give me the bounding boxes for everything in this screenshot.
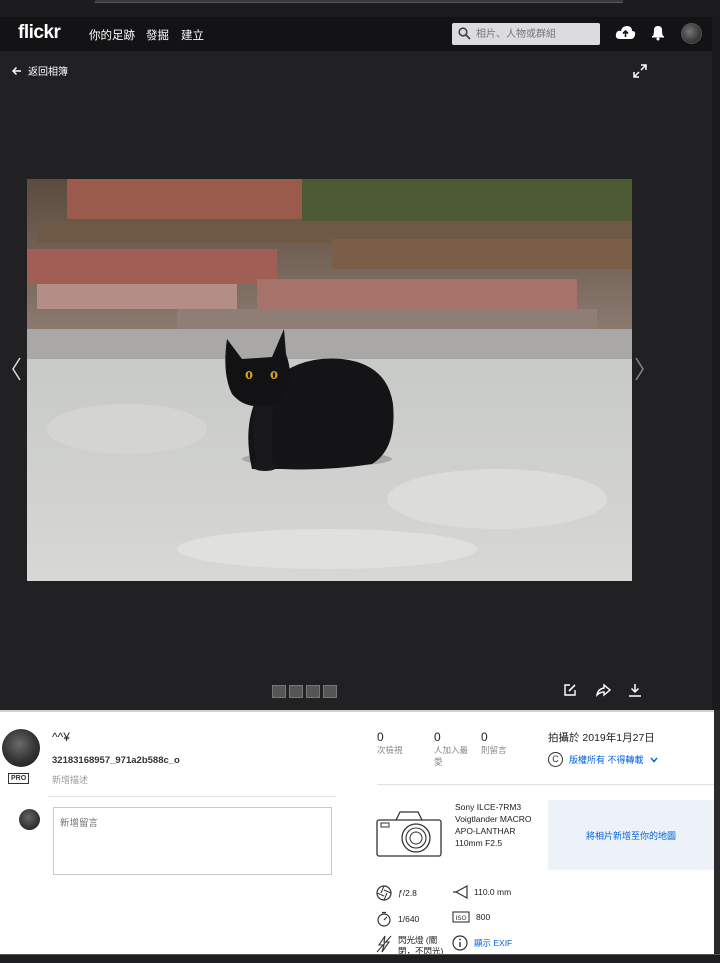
back-to-album-link[interactable]: 返回相簿	[12, 63, 68, 78]
show-exif-row[interactable]: 顯示 EXIF	[452, 935, 512, 951]
search-input[interactable]	[476, 26, 594, 42]
iso-icon: ISO	[452, 911, 470, 923]
photo-title[interactable]: 32183168957_971a2b588c_o	[52, 755, 180, 766]
shutter-value: 1/640	[398, 914, 420, 924]
search-box[interactable]	[452, 23, 600, 45]
thumbnail[interactable]	[272, 685, 286, 698]
nav-you[interactable]: 你的足跡	[89, 27, 135, 43]
date-taken: 拍攝於 2019年1月27日	[548, 732, 655, 744]
add-to-map-panel[interactable]: 將相片新增至你的地圖	[548, 800, 714, 870]
camera-icon	[376, 811, 442, 857]
views-label: 次檢視	[377, 745, 403, 755]
faves-stat: 0 人加入最愛	[434, 730, 476, 768]
browser-top-strip	[0, 0, 720, 17]
views-stat: 0 次檢視	[377, 730, 427, 756]
bottom-strip	[0, 954, 720, 963]
nav-create[interactable]: 建立	[181, 27, 204, 43]
upload-cloud-icon[interactable]	[615, 24, 636, 42]
notifications-bell-icon[interactable]	[651, 24, 665, 41]
copyright-icon: C	[548, 752, 563, 767]
download-icon[interactable]	[628, 683, 642, 697]
thumbnail[interactable]	[289, 685, 303, 698]
search-icon	[458, 27, 471, 40]
main-photo[interactable]	[27, 179, 632, 581]
previous-photo-arrow-icon[interactable]	[10, 356, 22, 382]
flash-icon	[376, 935, 392, 953]
divider	[377, 784, 714, 785]
back-arrow-icon	[12, 66, 21, 75]
camera-model[interactable]: Sony ILCE-7RM3	[455, 801, 535, 813]
license-dropdown[interactable]: C 版權所有 不得轉載	[548, 752, 658, 767]
photo-info-panel: PRO ^^¥ 32183168957_971a2b588c_o 新增描述 0 …	[0, 710, 714, 956]
add-description-link[interactable]: 新增描述	[52, 773, 88, 786]
license-label: 版權所有 不得轉載	[569, 755, 644, 765]
share-icon[interactable]	[595, 683, 611, 697]
camera-details: Sony ILCE-7RM3 Voigtlander MACRO APO-LAN…	[455, 801, 535, 849]
side-strip	[714, 710, 720, 954]
iso-row: ISO 800	[452, 911, 490, 923]
thumbnail[interactable]	[323, 685, 337, 698]
lens-name[interactable]: Voigtlander MACRO APO-LANTHAR 110mm F2.5	[455, 813, 535, 849]
aperture-row: ƒ/2.8	[376, 885, 417, 901]
pro-badge: PRO	[8, 773, 30, 784]
aperture-value: ƒ/2.8	[398, 888, 417, 898]
user-avatar[interactable]	[681, 23, 702, 44]
black-cat-photo-image	[27, 179, 632, 581]
thumbnail[interactable]	[306, 685, 320, 698]
iso-value: 800	[476, 912, 491, 922]
tab-bar	[95, 0, 623, 3]
faves-label: 人加入最愛	[434, 745, 469, 767]
chevron-down-icon	[649, 757, 658, 763]
scrollbar-track[interactable]	[712, 17, 720, 712]
focal-length-icon	[453, 885, 468, 899]
photostream-thumbnails	[272, 685, 337, 698]
comments-stat: 0 則留言	[481, 730, 531, 756]
show-exif-link[interactable]: 顯示 EXIF	[474, 937, 512, 949]
shutter-row: 1/640	[376, 911, 419, 927]
focal-length-value: 110.0 mm	[474, 887, 512, 897]
back-label: 返回相簿	[28, 67, 68, 78]
faves-count: 0	[434, 730, 441, 744]
shutter-speed-icon	[377, 911, 391, 927]
comments-count: 0	[481, 730, 488, 744]
edit-icon[interactable]	[563, 683, 577, 697]
add-to-map-link[interactable]: 將相片新增至你的地圖	[586, 829, 676, 842]
flickr-logo[interactable]: flickr	[18, 22, 61, 44]
commenter-avatar	[19, 809, 40, 830]
svg-text:ISO: ISO	[455, 914, 466, 922]
focal-length-row: 110.0 mm	[452, 885, 511, 899]
divider	[48, 796, 336, 797]
top-navigation: flickr 你的足跡 發掘 建立	[0, 17, 712, 51]
owner-avatar[interactable]	[2, 729, 40, 767]
aperture-icon	[376, 885, 392, 901]
views-count: 0	[377, 730, 384, 744]
nav-explore[interactable]: 發掘	[146, 27, 169, 43]
info-icon	[452, 935, 468, 951]
comments-label: 則留言	[481, 745, 507, 755]
photo-viewer: 返回相簿	[0, 51, 712, 712]
fullscreen-expand-icon[interactable]	[632, 63, 648, 79]
next-photo-arrow-icon[interactable]	[634, 356, 646, 382]
comment-input[interactable]	[53, 807, 332, 875]
owner-name[interactable]: ^^¥	[52, 730, 70, 744]
